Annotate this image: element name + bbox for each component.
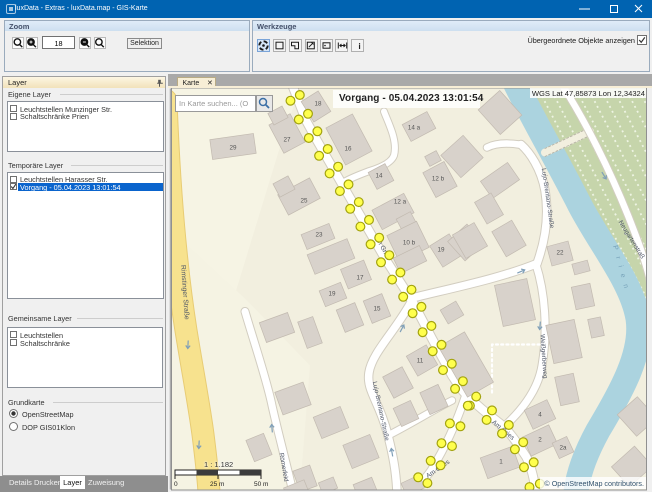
svg-text:15: 15 <box>373 305 381 312</box>
svg-text:i: i <box>358 41 360 51</box>
svg-text:23: 23 <box>315 231 323 238</box>
svg-text:29: 29 <box>229 144 237 151</box>
svg-text:17: 17 <box>356 274 364 281</box>
svg-text:0: 0 <box>174 481 178 487</box>
svg-text:4: 4 <box>538 411 542 418</box>
svg-text:14: 14 <box>375 172 383 179</box>
svg-text:25: 25 <box>300 197 308 204</box>
svg-text:14 a: 14 a <box>408 124 421 131</box>
svg-text:16: 16 <box>344 145 352 152</box>
svg-text:12 b: 12 b <box>432 175 445 182</box>
svg-text:10 b: 10 b <box>403 239 416 246</box>
svg-text:50 m: 50 m <box>254 481 268 487</box>
svg-text:12 a: 12 a <box>394 198 407 205</box>
svg-text:22: 22 <box>556 249 564 256</box>
svg-text:2a: 2a <box>559 444 567 451</box>
svg-text:11: 11 <box>417 357 424 364</box>
svg-text:25 m: 25 m <box>210 481 224 487</box>
svg-text:19: 19 <box>437 246 445 253</box>
svg-text:19: 19 <box>328 290 336 297</box>
svg-text:18: 18 <box>314 100 322 107</box>
svg-text:27: 27 <box>283 136 291 143</box>
svg-text:1: 1 <box>499 458 503 465</box>
svg-text:2: 2 <box>538 436 542 443</box>
